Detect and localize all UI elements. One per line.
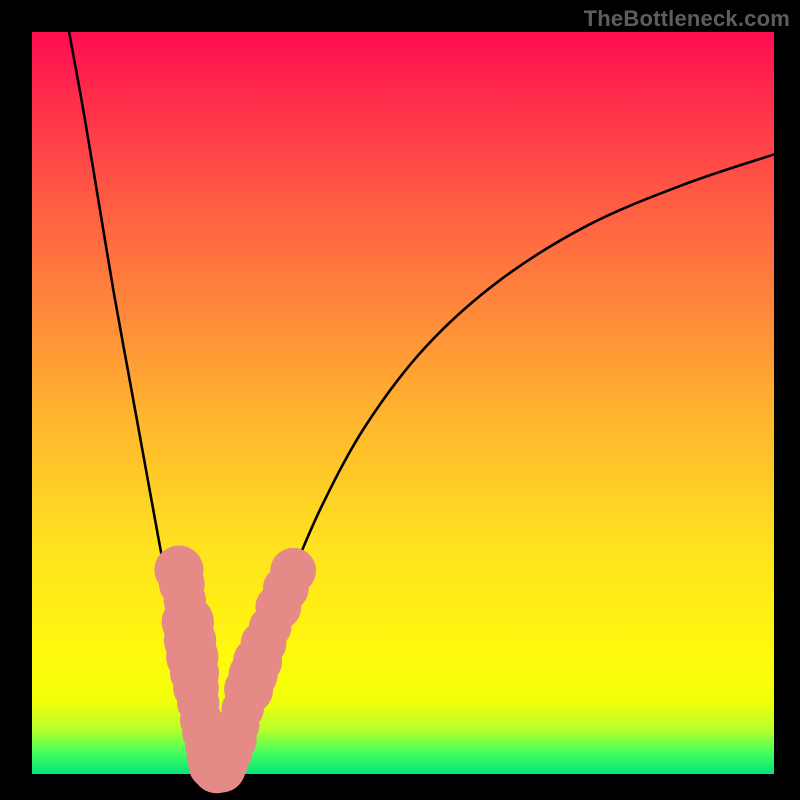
highlight-dot — [270, 548, 316, 594]
right-curve-line — [220, 154, 774, 769]
chart-canvas: TheBottleneck.com — [0, 0, 800, 800]
highlight-dots — [154, 545, 316, 793]
watermark-text: TheBottleneck.com — [584, 6, 790, 32]
chart-svg — [32, 32, 774, 774]
plot-area — [32, 32, 774, 774]
